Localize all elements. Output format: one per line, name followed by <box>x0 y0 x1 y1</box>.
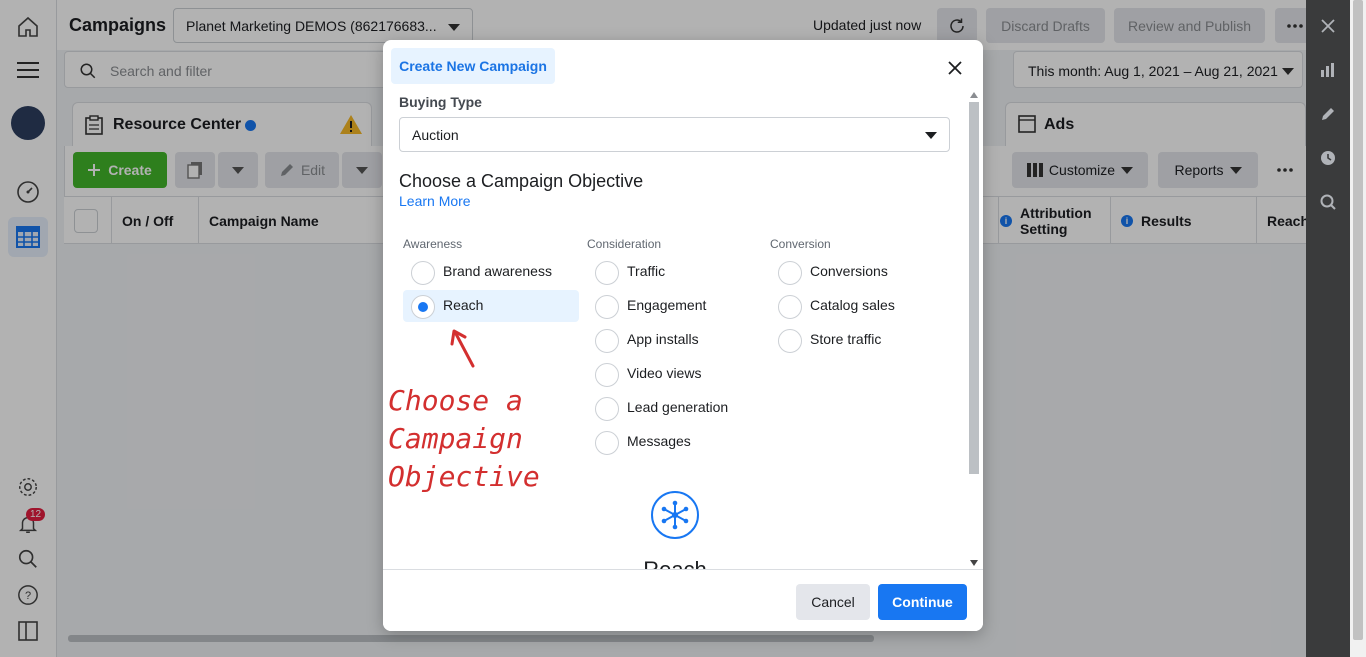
radio-button[interactable] <box>411 261 435 285</box>
radio-button[interactable] <box>778 295 802 319</box>
objective-option-traffic[interactable]: Traffic <box>587 256 763 288</box>
radio-button[interactable] <box>595 329 619 353</box>
column-title-conversion: Conversion <box>770 237 831 251</box>
column-title-awareness: Awareness <box>403 237 463 251</box>
option-label: Catalog sales <box>810 297 895 313</box>
cancel-button[interactable]: Cancel <box>796 584 870 620</box>
objective-option-reach[interactable]: Reach <box>403 290 579 322</box>
option-label: Reach <box>443 297 484 313</box>
objective-option-video-views[interactable]: Video views <box>587 358 763 390</box>
radio-button[interactable] <box>778 329 802 353</box>
option-label: Traffic <box>627 263 666 279</box>
objective-option-catalog-sales[interactable]: Catalog sales <box>770 290 946 322</box>
column-title-consideration: Consideration <box>587 237 662 251</box>
objective-option-app-installs[interactable]: App installs <box>587 324 763 356</box>
buying-type-select[interactable]: Auction <box>399 117 950 152</box>
option-label: Lead generation <box>627 399 729 415</box>
option-label: Store traffic <box>810 331 882 347</box>
buying-type-label: Buying Type <box>399 94 482 110</box>
dialog-footer: Cancel Continue <box>383 569 983 631</box>
option-label: Conversions <box>810 263 888 279</box>
page-vertical-scrollbar[interactable] <box>1350 0 1366 657</box>
option-label: App installs <box>627 331 699 347</box>
pencil-icon[interactable] <box>1318 104 1338 124</box>
buying-type-value: Auction <box>412 127 459 143</box>
chevron-down-icon <box>925 132 937 139</box>
objective-option-engagement[interactable]: Engagement <box>587 290 763 322</box>
annotation-line: Campaign <box>388 422 523 455</box>
objective-option-messages[interactable]: Messages <box>587 426 763 458</box>
radio-button[interactable] <box>595 397 619 421</box>
page-scrollbar-thumb[interactable] <box>1353 0 1363 640</box>
close-panel-icon[interactable] <box>1318 16 1338 36</box>
option-label: Video views <box>627 365 702 381</box>
reach-objective-icon <box>651 491 699 539</box>
scroll-down-icon[interactable] <box>970 560 978 566</box>
objective-heading: Choose a Campaign Objective <box>399 171 644 191</box>
close-icon <box>948 61 962 75</box>
option-label: Brand awareness <box>443 263 552 279</box>
dialog-scrollbar[interactable] <box>967 92 981 569</box>
chart-icon[interactable] <box>1318 60 1338 80</box>
close-dialog-button[interactable] <box>943 56 967 80</box>
scroll-up-icon[interactable] <box>970 92 978 98</box>
radio-button[interactable] <box>595 431 619 455</box>
objective-option-conversions[interactable]: Conversions <box>770 256 946 288</box>
option-label: Engagement <box>627 297 707 313</box>
radio-button[interactable] <box>595 363 619 387</box>
radio-button-selected[interactable] <box>411 295 435 319</box>
radio-button[interactable] <box>595 295 619 319</box>
create-new-campaign-tab[interactable]: Create New Campaign <box>391 48 555 84</box>
objective-option-lead-generation[interactable]: Lead generation <box>587 392 763 424</box>
annotation-text: Choose a Campaign Objective <box>388 382 540 496</box>
history-clock-icon[interactable] <box>1318 148 1338 168</box>
objective-option-store-traffic[interactable]: Store traffic <box>770 324 946 356</box>
annotation-line: Choose a <box>388 384 523 417</box>
dialog-scrollbar-thumb[interactable] <box>969 102 979 474</box>
objective-option-brand-awareness[interactable]: Brand awareness <box>403 256 579 288</box>
radio-button[interactable] <box>595 261 619 285</box>
radio-button[interactable] <box>778 261 802 285</box>
learn-more-link[interactable]: Learn More <box>399 193 471 209</box>
annotation-arrow-icon <box>450 329 475 368</box>
create-campaign-dialog: Create New Campaign Buying Type Auction … <box>383 40 983 631</box>
objective-preview-title: Reach <box>383 557 967 569</box>
inspect-search-icon[interactable] <box>1318 192 1338 212</box>
option-label: Messages <box>627 433 691 449</box>
dialog-body: Buying Type Auction Choose a Campaign Ob… <box>383 92 967 569</box>
continue-button[interactable]: Continue <box>878 584 967 620</box>
annotation-line: Objective <box>388 460 540 493</box>
